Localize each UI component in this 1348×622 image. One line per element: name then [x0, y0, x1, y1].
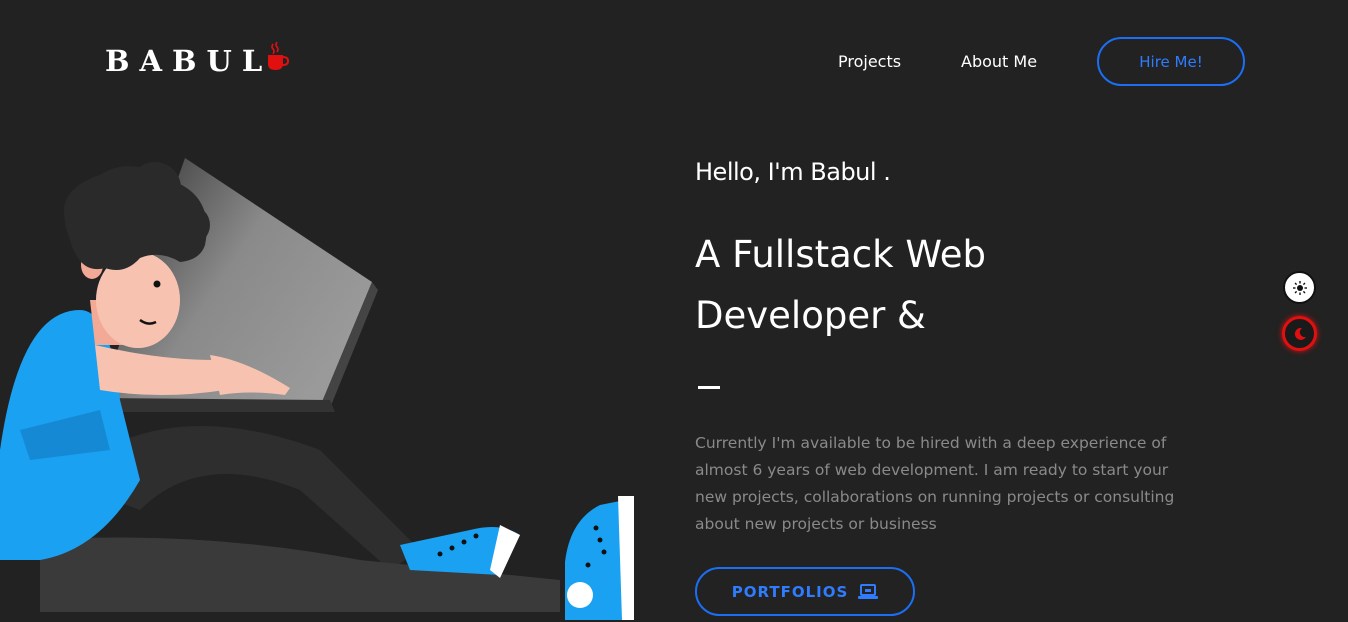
headline-line-2: Developer & — [695, 294, 926, 337]
brand-logo[interactable]: BABUL — [105, 42, 290, 78]
dark-theme-toggle[interactable] — [1282, 316, 1317, 351]
laptop-icon — [858, 583, 879, 599]
portfolios-button[interactable]: PORTFOLIOS — [695, 567, 915, 616]
sun-icon — [1292, 280, 1307, 295]
moon-icon — [1294, 327, 1306, 340]
hero-greeting: Hello, I'm Babul . — [695, 158, 891, 186]
nav-about-link[interactable]: About Me — [961, 52, 1037, 71]
hero-headline: A Fullstack Web Developer & — [695, 224, 986, 346]
nav-projects-link[interactable]: Projects — [838, 52, 901, 71]
typing-cursor — [698, 386, 720, 389]
developer-illustration — [0, 158, 634, 620]
hire-me-button[interactable]: Hire Me! — [1097, 37, 1245, 86]
hero-description: Currently I'm available to be hired with… — [695, 434, 1175, 533]
coffee-cup-icon — [268, 42, 290, 70]
headline-line-1: A Fullstack Web — [695, 233, 986, 276]
portfolios-button-label: PORTFOLIOS — [731, 582, 849, 601]
light-theme-toggle[interactable] — [1283, 271, 1316, 304]
brand-name: BABUL — [105, 44, 273, 78]
